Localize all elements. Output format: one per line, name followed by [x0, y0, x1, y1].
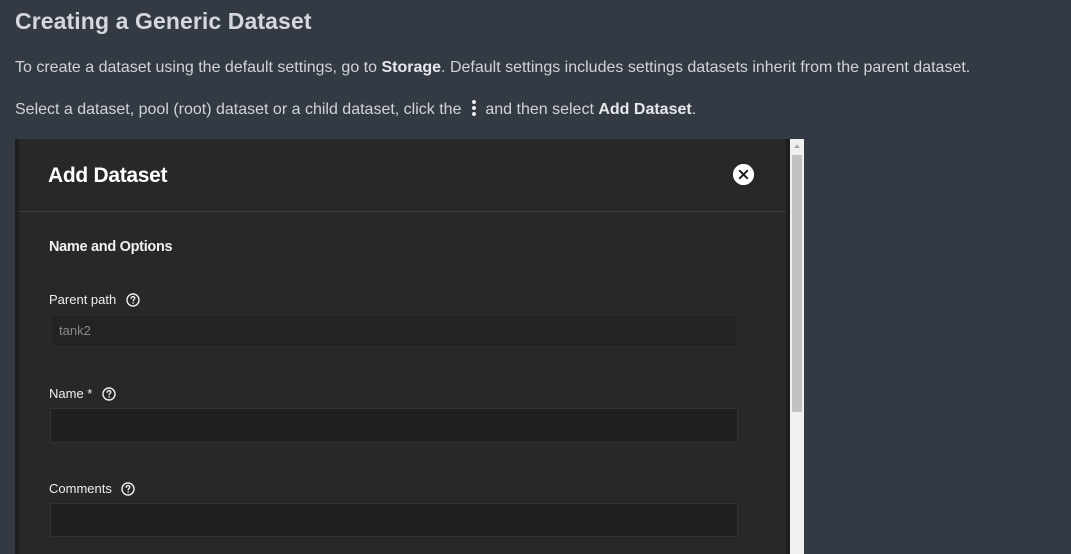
parent-path-field: tank2 — [50, 315, 738, 347]
close-icon[interactable] — [733, 164, 754, 185]
name-field[interactable] — [50, 408, 738, 443]
help-circle-icon[interactable] — [102, 387, 116, 401]
parent-path-label: Parent path — [49, 292, 140, 307]
dialog-title: Add Dataset — [48, 164, 168, 187]
screenshot-frame: Add Dataset Name and Options Parent path… — [15, 139, 804, 554]
storage-term: Storage — [381, 59, 442, 76]
comments-label: Comments — [49, 481, 136, 496]
instruction-text-start: Select a dataset, pool (root) dataset or… — [15, 101, 466, 118]
vertical-scrollbar[interactable] — [790, 139, 804, 554]
help-circle-icon[interactable] — [126, 293, 140, 307]
name-label-text: Name * — [49, 386, 93, 401]
instruction-text-middle: and then select — [480, 101, 599, 118]
name-label: Name * — [49, 386, 116, 401]
section-title: Name and Options — [49, 239, 173, 255]
comments-label-text: Comments — [49, 481, 112, 496]
help-circle-icon[interactable] — [121, 482, 136, 496]
scroll-up-arrow-icon[interactable] — [790, 139, 804, 153]
intro-paragraph: To create a dataset using the default se… — [15, 59, 970, 77]
instruction-paragraph: Select a dataset, pool (root) dataset or… — [15, 100, 696, 119]
docs-page: Creating a Generic Dataset To create a d… — [0, 0, 1071, 554]
instruction-text-end: . — [691, 101, 697, 118]
intro-text-start: To create a dataset using the default se… — [15, 59, 382, 76]
intro-text-end: . Default settings includes settings dat… — [441, 59, 971, 76]
more-vert-icon — [470, 100, 478, 116]
comments-field[interactable] — [50, 503, 738, 537]
header-divider — [19, 211, 786, 212]
parent-path-label-text: Parent path — [49, 292, 117, 307]
add-dataset-term: Add Dataset — [598, 101, 692, 118]
page-title: Creating a Generic Dataset — [15, 8, 312, 34]
add-dataset-dialog: Add Dataset Name and Options Parent path… — [19, 139, 786, 554]
scrollbar-thumb[interactable] — [792, 155, 802, 412]
